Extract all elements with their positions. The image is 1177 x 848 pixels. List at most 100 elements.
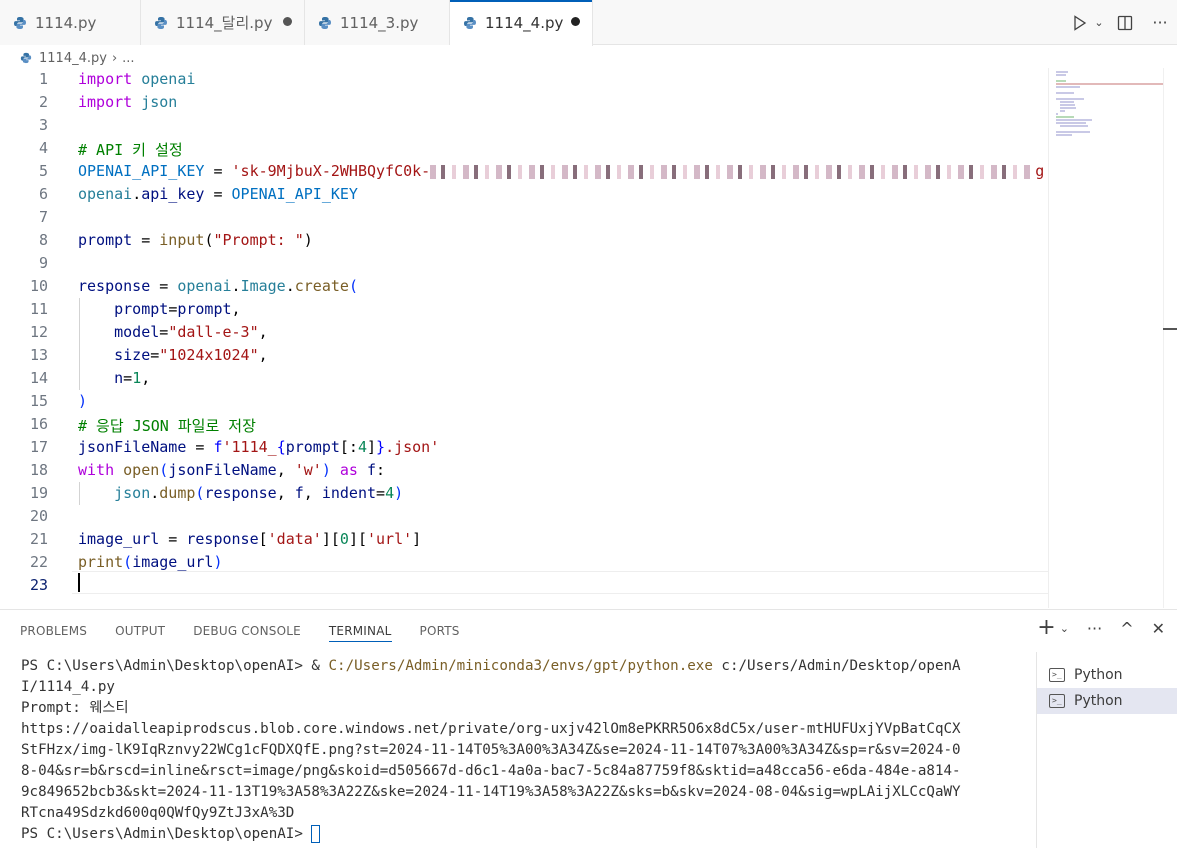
- line-number: 8: [38, 231, 48, 249]
- code-line: model="dall-e-3",: [114, 323, 268, 341]
- current-line-highlight: [72, 571, 1048, 594]
- line-number: 3: [38, 116, 48, 134]
- tab-label: 1114_달리.py: [176, 14, 273, 32]
- terminal-line: RTcna49Sdzkd600q0QWfQy9ZtJ3xA%3D: [21, 805, 295, 821]
- redacted-api-key: [430, 164, 1036, 179]
- tab-debug-console[interactable]: DEBUG CONSOLE: [193, 610, 301, 652]
- line-number: 1: [38, 70, 48, 88]
- terminal-line: I/1114_4.py: [21, 679, 115, 695]
- code-comment: # API 키 설정: [78, 141, 183, 159]
- tab-1114-py[interactable]: 1114.py: [0, 0, 141, 45]
- tab-label: 1114_3.py: [340, 13, 419, 32]
- code-line: openai.api_key = OPENAI_API_KEY: [78, 185, 358, 203]
- code-line: ): [78, 392, 88, 410]
- breadcrumb: 1114_4.py › ...: [20, 47, 135, 69]
- line-number: 18: [29, 461, 48, 479]
- code-line: import openai: [78, 70, 196, 88]
- line-number: 14: [29, 369, 48, 387]
- terminal-instance-label: Python: [1074, 667, 1123, 683]
- python-file-icon: [155, 16, 167, 29]
- more-icon[interactable]: ···: [1087, 619, 1102, 638]
- tab-problems[interactable]: PROBLEMS: [20, 610, 87, 652]
- code-comment: # 응답 JSON 파일로 저장: [78, 417, 256, 435]
- editor-actions: ⌄ ···: [1069, 0, 1177, 45]
- line-number: 22: [29, 553, 48, 571]
- terminal-line: Prompt: 웨스티: [21, 700, 129, 716]
- terminal-instance-selected[interactable]: >_ Python: [1037, 688, 1177, 714]
- tab-label: 1114.py: [35, 13, 97, 32]
- line-number: 21: [29, 530, 48, 548]
- modified-dot-icon[interactable]: [571, 17, 580, 26]
- line-number: 9: [38, 254, 48, 272]
- breadcrumb-file[interactable]: 1114_4.py: [39, 51, 107, 66]
- close-panel-icon[interactable]: ✕: [1152, 619, 1165, 638]
- split-editor-icon[interactable]: [1107, 15, 1143, 31]
- terminal-prompt-line: PS C:\Users\Admin\Desktop\openAI>: [21, 824, 1017, 845]
- scrollbar-marker: [1163, 328, 1177, 330]
- code-line: print(image_url): [78, 553, 223, 571]
- code-line: size="1024x1024",: [114, 346, 268, 364]
- panel-tabs: PROBLEMS OUTPUT DEBUG CONSOLE TERMINAL P…: [20, 610, 488, 652]
- python-file-icon: [464, 17, 476, 29]
- line-number: 6: [38, 185, 48, 203]
- terminal-instance-label: Python: [1074, 693, 1123, 709]
- terminal-instance[interactable]: >_ Python: [1037, 662, 1177, 688]
- terminal-cursor: [311, 825, 321, 843]
- code-line: json.dump(response, f, indent=4): [114, 484, 404, 502]
- minimap[interactable]: [1048, 68, 1164, 608]
- tab-output[interactable]: OUTPUT: [115, 610, 165, 652]
- editor-scrollbar[interactable]: [1163, 68, 1177, 608]
- tab-label: 1114_4.py: [485, 14, 564, 32]
- terminal-line: 9c849652bcb3&skt=2024-11-13T19%3A58%3A22…: [21, 784, 961, 800]
- chevron-down-icon[interactable]: ⌄: [1060, 622, 1069, 635]
- line-number: 12: [29, 323, 48, 341]
- line-number: 2: [38, 93, 48, 111]
- terminal-icon: >_: [1049, 668, 1065, 682]
- tab-1114-dalli-py[interactable]: 1114_달리.py: [141, 0, 305, 45]
- panel-actions: + ⌄ ··· ^ ✕: [1037, 617, 1165, 639]
- terminal-line: PS C:\Users\Admin\Desktop\openAI> & C:/U…: [21, 658, 961, 674]
- line-number: 11: [29, 300, 48, 318]
- code-line: response = openai.Image.create(: [78, 277, 358, 295]
- line-number: 7: [38, 208, 48, 226]
- code-line: with open(jsonFileName, 'w') as f:: [78, 461, 386, 479]
- add-terminal-icon[interactable]: +: [1037, 617, 1055, 639]
- maximize-panel-icon[interactable]: ^: [1120, 619, 1133, 638]
- python-file-icon: [20, 52, 32, 64]
- code-editor[interactable]: 1 2 3 4 5 6 7 8 9 10 11 12 13 14 15 16 1…: [0, 68, 1177, 608]
- play-icon[interactable]: [1069, 14, 1091, 31]
- code-line: prompt = input("Prompt: "): [78, 231, 313, 249]
- line-number-current: 23: [29, 576, 48, 594]
- line-number: 4: [38, 139, 48, 157]
- line-number: 17: [29, 438, 48, 456]
- more-icon[interactable]: ···: [1143, 13, 1177, 32]
- code-line: image_url = response['data'][0]['url']: [78, 530, 422, 548]
- text-cursor: [78, 573, 80, 592]
- line-number: 5: [38, 162, 48, 180]
- tab-terminal[interactable]: TERMINAL: [328, 610, 392, 652]
- tab-1114-4-py[interactable]: 1114_4.py: [450, 0, 593, 46]
- terminal-list: >_ Python >_ Python: [1036, 652, 1177, 848]
- breadcrumb-more[interactable]: ...: [122, 51, 134, 66]
- tab-ports[interactable]: PORTS: [420, 610, 460, 652]
- line-number: 19: [29, 484, 48, 502]
- line-number: 16: [29, 415, 48, 433]
- code-line: import json: [78, 93, 178, 111]
- chevron-right-icon: ›: [111, 50, 118, 66]
- chevron-down-icon[interactable]: ⌄: [1091, 16, 1107, 29]
- code-line-api-key: OPENAI_API_KEY = 'sk-9MjbuX-2WHBQyfC0k-g: [78, 162, 1045, 180]
- python-file-icon: [14, 16, 26, 29]
- bottom-panel: PROBLEMS OUTPUT DEBUG CONSOLE TERMINAL P…: [0, 609, 1177, 848]
- python-file-icon: [319, 16, 331, 29]
- line-number: 15: [29, 392, 48, 410]
- line-number: 20: [29, 507, 48, 525]
- code-line: jsonFileName = f'1114_{prompt[:4]}.json': [78, 438, 440, 456]
- terminal-line: https://oaidalleapiprodscus.blob.core.wi…: [21, 721, 961, 737]
- modified-dot-icon[interactable]: [283, 17, 292, 26]
- terminal-output[interactable]: PS C:\Users\Admin\Desktop\openAI> & C:/U…: [21, 656, 1017, 845]
- editor-tab-bar: 1114.py 1114_달리.py 1114_3.py 1114_4.py ⌄…: [0, 0, 1177, 46]
- code-line: prompt=prompt,: [114, 300, 241, 318]
- line-number: 13: [29, 346, 48, 364]
- tab-1114-3-py[interactable]: 1114_3.py: [305, 0, 450, 45]
- terminal-line: 8-04&sr=b&rscd=inline&rsct=image/png&sko…: [21, 763, 961, 779]
